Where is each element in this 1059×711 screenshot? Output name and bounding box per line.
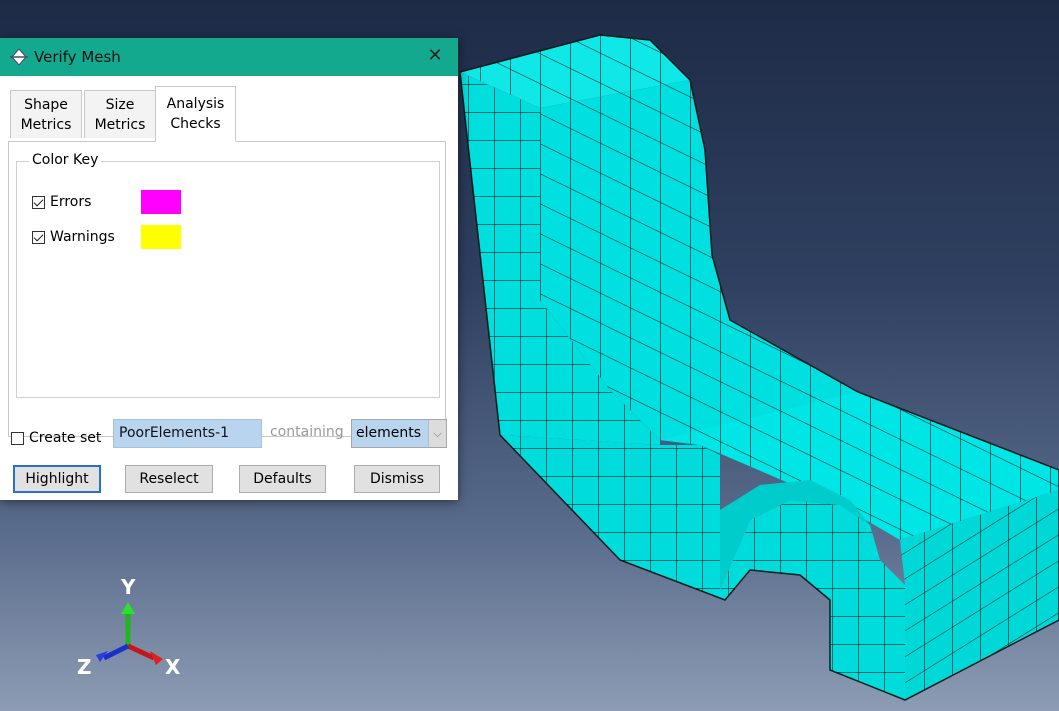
axis-y-label: Y bbox=[121, 575, 136, 599]
close-icon[interactable]: ✕ bbox=[426, 47, 444, 65]
create-set-checkbox[interactable] bbox=[11, 431, 24, 445]
color-key-group: Color Key Errors Warnings bbox=[16, 152, 440, 398]
tab-label: Metrics bbox=[94, 116, 146, 133]
dialog-titlebar[interactable]: Verify Mesh ✕ bbox=[0, 38, 458, 76]
color-key-label: Color Key bbox=[29, 152, 102, 168]
verify-mesh-dialog: Verify Mesh ✕ Shape Metrics Size Metrics… bbox=[0, 38, 458, 500]
warnings-label: Warnings bbox=[50, 229, 115, 245]
dialog-title: Verify Mesh bbox=[34, 48, 121, 66]
create-set-row[interactable]: Create set bbox=[11, 424, 101, 452]
errors-checkbox-row[interactable]: Errors bbox=[32, 192, 91, 212]
tab-label: Checks bbox=[170, 116, 221, 132]
defaults-button[interactable]: Defaults bbox=[239, 465, 326, 493]
errors-color-swatch[interactable] bbox=[141, 190, 181, 214]
create-set-label: Create set bbox=[29, 430, 102, 446]
tab-label: Size bbox=[105, 96, 135, 113]
containing-label: containing bbox=[270, 424, 344, 440]
tab-label: Analysis bbox=[166, 96, 225, 112]
tab-label: Metrics bbox=[20, 116, 72, 133]
containing-select[interactable]: elements ⌵ bbox=[351, 419, 447, 448]
tab-size-metrics[interactable]: Size Metrics bbox=[84, 90, 156, 138]
warnings-checkbox-row[interactable]: Warnings bbox=[32, 227, 115, 247]
reselect-button[interactable]: Reselect bbox=[125, 465, 213, 493]
mesh-part[interactable] bbox=[459, 34, 1059, 701]
errors-label: Errors bbox=[50, 194, 92, 210]
set-name-input[interactable]: PoorElements-1 bbox=[113, 419, 262, 448]
app-icon bbox=[10, 48, 28, 66]
containing-select-value: elements bbox=[356, 425, 422, 441]
warnings-checkbox[interactable] bbox=[32, 230, 45, 244]
chevron-down-icon[interactable]: ⌵ bbox=[428, 420, 446, 447]
analysis-checks-panel: Color Key Errors Warnings bbox=[8, 141, 446, 437]
warnings-color-swatch[interactable] bbox=[141, 225, 181, 249]
axis-z-label: Z bbox=[77, 655, 92, 679]
highlight-button[interactable]: Highlight bbox=[13, 465, 101, 493]
tab-label: Shape bbox=[24, 96, 68, 113]
tab-analysis-checks[interactable]: Analysis Checks bbox=[155, 86, 236, 142]
dismiss-button[interactable]: Dismiss bbox=[354, 465, 440, 493]
tab-shape-metrics[interactable]: Shape Metrics bbox=[10, 90, 82, 138]
axis-x-label: X bbox=[165, 655, 181, 679]
errors-checkbox[interactable] bbox=[32, 195, 45, 209]
axis-triad bbox=[96, 602, 163, 665]
